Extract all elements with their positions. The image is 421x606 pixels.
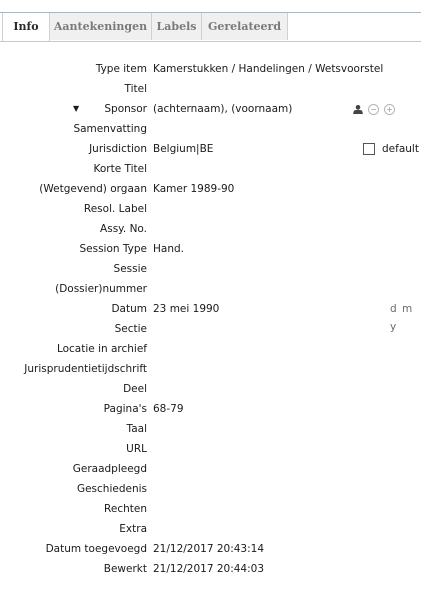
field-label-sectie: Sectie [114,323,147,335]
field-row-paginas: Pagina's 68-79 [0,400,421,418]
field-value-paginas[interactable]: 68-79 [153,400,184,418]
field-label-sessie: Sessie [113,263,147,275]
field-row-session-type: Session Type Hand. [0,240,421,258]
default-checkbox-label[interactable]: default [382,140,419,158]
field-label-locatie: Locatie in archief [56,343,147,355]
field-label-dossiernummer: (Dossier)nummer [55,283,147,295]
field-row-taal: Taal [0,420,421,438]
field-label-datum-toegevoegd: Datum toegevoegd [45,543,147,555]
field-label-assy-no: Assy. No. [100,223,147,235]
field-label-url: URL [126,443,147,455]
field-row-assy-no: Assy. No. [0,220,421,238]
field-row-locatie: Locatie in archief [0,340,421,358]
tab-labels[interactable]: Labels [152,13,202,40]
field-row-titel: Titel [0,80,421,98]
field-value-datum[interactable]: 23 mei 1990 [153,300,219,318]
field-label-geschiedenis: Geschiedenis [76,483,147,495]
default-checkbox[interactable] [363,143,375,155]
tab-info[interactable]: Info [2,13,50,41]
field-row-dossiernummer: (Dossier)nummer [0,280,421,298]
field-row-deel: Deel [0,380,421,398]
field-row-bewerkt: Bewerkt 21/12/2017 20:44:03 [0,560,421,578]
field-label-paginas: Pagina's [103,403,147,415]
field-value-orgaan[interactable]: Kamer 1989-90 [153,180,234,198]
field-row-geraadpleegd: Geraadpleegd [0,460,421,478]
field-row-sponsor: ▼ Sponsor (achternaam), (voornaam) − + [0,100,421,118]
field-row-resol-label: Resol. Label [0,200,421,218]
field-value-session-type[interactable]: Hand. [153,240,184,258]
plus-circle-icon[interactable]: + [384,104,395,115]
field-label-samenvatting: Samenvatting [73,123,147,135]
tab-aantekeningen[interactable]: Aantekeningen [50,13,152,40]
field-value-datum-toegevoegd: 21/12/2017 20:43:14 [153,543,265,555]
field-label-jurisdiction: Jurisdiction [89,143,147,155]
field-label-type-item: Type item [95,63,147,75]
field-label-geraadpleegd: Geraadpleegd [72,463,147,475]
field-row-datum-toegevoegd: Datum toegevoegd 21/12/2017 20:43:14 [0,540,421,558]
tab-gerelateerd[interactable]: Gerelateerd [202,13,288,40]
field-label-extra: Extra [119,523,147,535]
field-row-datum: Datum 23 mei 1990 d m y [0,300,421,333]
field-label-taal: Taal [126,423,147,435]
field-label-orgaan: (Wetgevend) orgaan [39,183,147,195]
field-label-deel: Deel [123,383,147,395]
field-label-titel: Titel [124,83,147,95]
field-row-orgaan: (Wetgevend) orgaan Kamer 1989-90 [0,180,421,198]
creator-type-label-sponsor[interactable]: Sponsor [104,100,147,118]
triangle-down-icon[interactable]: ▼ [73,100,79,118]
creator-name-field[interactable]: (achternaam), (voornaam) [153,100,292,118]
field-row-url: URL [0,440,421,458]
item-type-menu[interactable]: Kamerstukken / Handelingen / Wetsvoorste… [153,60,383,78]
field-row-korte-titel: Korte Titel [0,160,421,178]
field-value-jurisdiction[interactable]: Belgium|BE [153,140,213,158]
field-row-sessie: Sessie [0,260,421,278]
field-row-geschiedenis: Geschiedenis [0,480,421,498]
field-row-rechten: Rechten [0,500,421,518]
field-label-resol-label: Resol. Label [83,203,147,215]
field-row-samenvatting: Samenvatting [0,120,421,138]
field-row-jurisprudentie: Jurisprudentietijdschrift [0,360,421,378]
field-label-session-type: Session Type [79,243,147,255]
field-row-jurisdiction: Jurisdiction Belgium|BE default [0,140,421,158]
person-icon[interactable] [353,105,363,114]
tab-bar: Info Aantekeningen Labels Gerelateerd [0,13,421,42]
tab-bar-empty-space [288,13,421,40]
field-row-type-item: Type item Kamerstukken / Handelingen / W… [0,60,421,78]
field-label-korte-titel: Korte Titel [93,163,147,175]
field-row-sectie: Sectie [0,320,421,338]
field-label-bewerkt: Bewerkt [103,563,147,575]
field-label-rechten: Rechten [104,503,147,515]
field-row-extra: Extra [0,520,421,538]
field-label-jurisprudentie: Jurisprudentietijdschrift [24,363,147,375]
minus-circle-icon[interactable]: − [368,104,379,115]
field-value-bewerkt: 21/12/2017 20:44:03 [153,563,265,575]
field-label-datum: Datum [111,303,147,315]
